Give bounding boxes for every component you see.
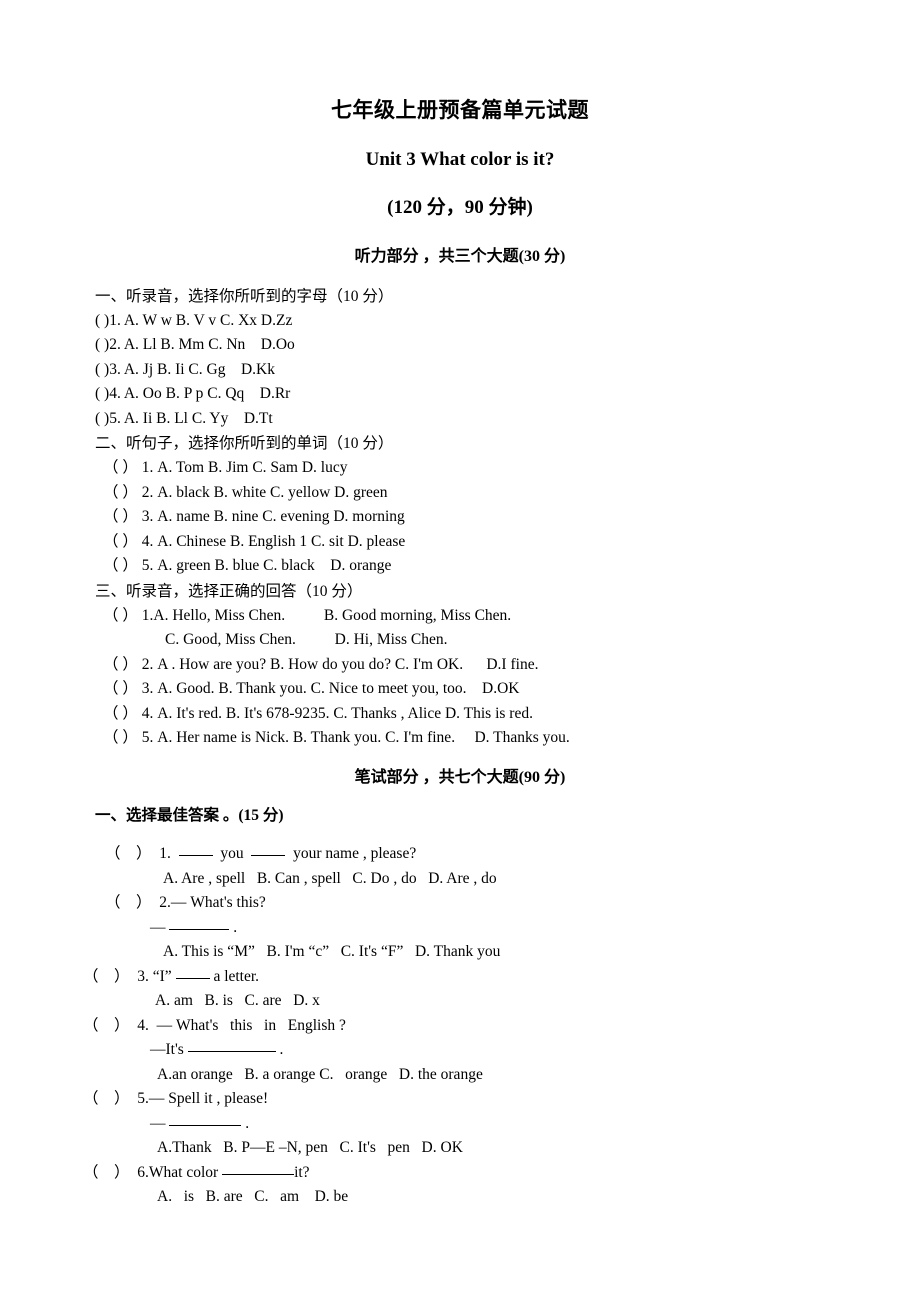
answer-blank[interactable] — [169, 928, 230, 930]
list-item[interactable]: （ ） 1. A. Tom B. Jim C. Sam D. lucy — [95, 456, 880, 481]
list-item[interactable]: （ ） 1.A. Hello, Miss Chen. B. Good morni… — [95, 604, 880, 629]
answer-blank[interactable] — [175, 977, 210, 979]
list-item[interactable]: ( )2. A. Ll B. Mm C. Nn D.Oo — [95, 333, 880, 358]
question-6-options[interactable]: A. is B. are C. am D. be — [95, 1185, 880, 1210]
list-item[interactable]: （ ） 4. A. It's red. B. It's 678-9235. C.… — [95, 702, 880, 727]
question-4-answer-line[interactable]: —It's . — [95, 1038, 880, 1063]
question-5[interactable]: （ ） 5.— Spell it , please! — [83, 1087, 880, 1112]
question-5-stem: — Spell it , please! — [148, 1090, 269, 1108]
list-item[interactable]: （ ） 5. A. Her name is Nick. B. Thank you… — [95, 726, 880, 751]
question-1-stem-pre — [171, 845, 179, 862]
listening-part-header: 听力部分 ，共三个大题(30 分) — [354, 247, 566, 265]
question-4-marker: （ ） 4. — [83, 1016, 149, 1034]
list-item[interactable]: （ ） 5. A. green B. blue C. black D. oran… — [95, 554, 880, 579]
page-title: 七年级上册预备篇单元试题 — [331, 98, 589, 122]
question-4-options[interactable]: A.an orange B. a orange C. orange D. the… — [95, 1063, 880, 1088]
question-2-stem: — What's this? — [170, 894, 266, 912]
question-5-answer-line[interactable]: — . — [95, 1112, 880, 1137]
question-3-options[interactable]: A. am B. is C. are D. x — [95, 989, 880, 1014]
question-3[interactable]: （ ） 3. “I” a letter. — [83, 965, 880, 990]
list-item[interactable]: ( )3. A. Jj B. Ii C. Gg D.Kk — [95, 358, 880, 383]
question-3-marker: （ ） 3. — [83, 967, 149, 985]
multiple-choice-list: （ ） 1. you your name , please? A. Are , … — [83, 828, 880, 1210]
answer-blank[interactable] — [251, 855, 286, 857]
question-1-options[interactable]: A. Are , spell B. Can , spell C. Do , do… — [95, 867, 880, 892]
answer-blank[interactable] — [187, 1051, 276, 1053]
listening-section-1-heading: 一、听录音，选择你所听到的字母（10 分） — [95, 287, 394, 305]
question-4[interactable]: （ ） 4. — What's this in English ? — [83, 1014, 880, 1039]
unit-title: Unit 3 What color is it? — [365, 149, 555, 171]
question-6-marker: （ ） 6. — [83, 1163, 149, 1181]
question-1-stem-mid: you — [212, 845, 252, 863]
question-5-options[interactable]: A.Thank B. P—E –N, pen C. It's pen D. OK — [95, 1136, 880, 1161]
question-1-stem-post: your name , please? — [285, 845, 417, 863]
listening-content: 一、听录音，选择你所听到的字母（10 分） ( )1. A. W w B. V … — [0, 266, 920, 751]
list-item[interactable]: ( )4. A. Oo B. P p C. Qq D.Rr — [95, 382, 880, 407]
answer-blank[interactable] — [178, 855, 213, 857]
list-item[interactable]: （ ） 3. A. name B. nine C. evening D. mor… — [95, 505, 880, 530]
exam-page: 七年级上册预备篇单元试题 Unit 3 What color is it? (1… — [0, 0, 920, 1302]
answer-blank[interactable] — [169, 1124, 242, 1126]
list-item[interactable]: ( )5. A. Ii B. Ll C. Yy D.Tt — [95, 407, 880, 432]
question-3-stem-pre: “I” — [148, 967, 176, 985]
question-5-marker: （ ） 5. — [83, 1090, 149, 1108]
question-2-answer-line[interactable]: — . — [95, 916, 880, 941]
score-title: (120 分，90 分钟) — [387, 196, 533, 218]
list-item[interactable]: （ ） 2. A . How are you? B. How do you do… — [95, 653, 880, 678]
question-1-marker: （ ） 1. — [105, 845, 171, 863]
question-6[interactable]: （ ） 6.What color it? — [83, 1161, 880, 1186]
list-item[interactable]: （ ） 2. A. black B. white C. yellow D. gr… — [95, 481, 880, 506]
list-item[interactable]: ( )1. A. W w B. V v C. Xx D.Zz — [95, 309, 880, 334]
question-3-stem-post: a letter. — [209, 967, 260, 985]
list-item[interactable]: （ ） 4. A. Chinese B. English 1 C. sit D.… — [95, 530, 880, 555]
question-6-stem-post: it? — [294, 1163, 310, 1181]
question-2-marker: （ ） 2. — [105, 894, 171, 912]
list-item[interactable]: （ ） 3. A. Good. B. Thank you. C. Nice to… — [95, 677, 880, 702]
question-4-stem: — What's this in English ? — [148, 1016, 346, 1034]
listening-section-3-heading: 三、听录音，选择正确的回答（10 分） — [95, 582, 363, 600]
question-6-stem-pre: What color — [148, 1163, 223, 1181]
written-part-header: 笔试部分 ，共七个大题(90 分) — [354, 768, 566, 786]
list-item-continuation[interactable]: C. Good, Miss Chen. D. Hi, Miss Chen. — [95, 628, 880, 653]
question-2-options[interactable]: A. This is “M” B. I'm “c” C. It's “F” D.… — [95, 940, 880, 965]
written-content: 一、选择最佳答案 。(15 分) （ ） 1. you your name , … — [0, 787, 920, 1210]
listening-section-2-heading: 二、听句子，选择你所听到的单词（10 分） — [95, 435, 394, 453]
answer-blank[interactable] — [222, 1173, 295, 1175]
written-section-1-heading: 一、选择最佳答案 。(15 分) — [95, 807, 284, 825]
question-2[interactable]: （ ） 2.— What's this? — [95, 891, 880, 916]
question-1[interactable]: （ ） 1. you your name , please? — [95, 842, 880, 867]
